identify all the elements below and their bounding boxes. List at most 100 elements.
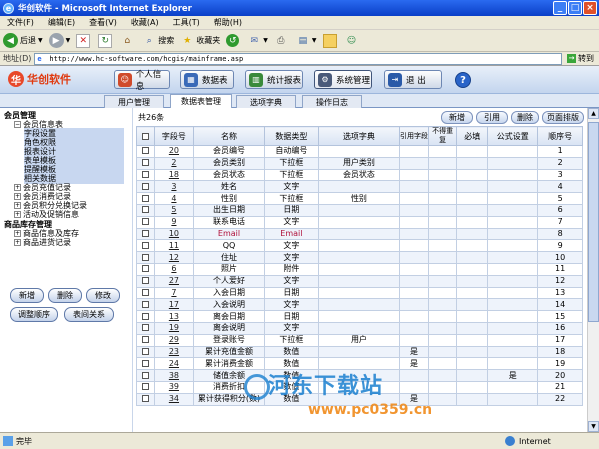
field-no-cell[interactable]: 9 [153, 215, 195, 229]
vertical-scrollbar[interactable]: ▲ ▼ [587, 108, 599, 432]
row-checkbox[interactable] [136, 310, 155, 323]
messenger-button[interactable]: ☺ [345, 34, 361, 48]
history-button[interactable]: ↺ [226, 34, 241, 47]
table-row[interactable]: 10 Email Email 8 [136, 227, 583, 241]
field-no-cell[interactable]: 20 [153, 145, 195, 158]
nav-personal-info[interactable]: ☺ 个人信息 [114, 70, 170, 92]
help-icon[interactable]: ? [455, 72, 471, 88]
field-no-cell[interactable]: 6 [153, 262, 195, 276]
refresh-button[interactable]: ↻ [98, 33, 114, 48]
expand-icon[interactable]: + [14, 193, 21, 200]
reorder-button[interactable]: 调整顺序 [10, 307, 58, 322]
row-checkbox[interactable] [136, 251, 155, 264]
nav-system-admin[interactable]: ⚙ 系统管理 [314, 70, 372, 89]
scroll-thumb[interactable] [588, 122, 599, 322]
row-checkbox[interactable] [136, 168, 155, 182]
row-checkbox[interactable] [136, 239, 155, 253]
col-required[interactable]: 必填 [456, 126, 489, 146]
table-row[interactable]: 7 入会日期 日期 13 [136, 286, 583, 300]
table-row[interactable]: 11 QQ 文字 9 [136, 239, 583, 253]
table-row[interactable]: 24 累计消费金额 数值 是 19 [136, 357, 583, 371]
select-all-checkbox[interactable] [136, 126, 155, 146]
field-no-cell[interactable]: 2 [153, 156, 195, 170]
col-unique[interactable]: 不得重复 [428, 126, 458, 146]
col-formula[interactable]: 公式设置 [487, 126, 539, 146]
reference-field-button[interactable]: 引用 [476, 111, 508, 124]
table-row[interactable]: 12 住址 文字 10 [136, 251, 583, 264]
row-checkbox[interactable] [136, 333, 155, 347]
table-row[interactable]: 5 出生日期 日期 6 [136, 203, 583, 217]
table-row[interactable]: 6 照片 附件 11 [136, 262, 583, 276]
row-checkbox[interactable] [136, 298, 155, 312]
menu-file[interactable]: 文件(F) [0, 17, 41, 28]
forward-button[interactable]: ▶ ▼ [48, 33, 70, 48]
table-row[interactable]: 39 消费折扣 数值 21 [136, 380, 583, 394]
scroll-down-icon[interactable]: ▼ [588, 421, 599, 432]
table-row[interactable]: 17 入会说明 文字 14 [136, 298, 583, 312]
field-no-cell[interactable]: 39 [153, 380, 195, 394]
field-no-cell[interactable]: 10 [153, 227, 195, 241]
table-row[interactable]: 19 离会说明 文字 16 [136, 321, 583, 335]
row-checkbox[interactable] [136, 203, 155, 217]
row-checkbox[interactable] [136, 345, 155, 359]
print-button[interactable]: ⎙ [274, 34, 290, 48]
field-no-cell[interactable]: 27 [153, 274, 195, 288]
col-ref-field[interactable]: 引用字段 [398, 126, 430, 146]
row-checkbox[interactable] [136, 286, 155, 300]
field-no-cell[interactable]: 17 [153, 298, 195, 312]
table-row[interactable]: 23 累计充值金额 数值 是 18 [136, 345, 583, 359]
table-row[interactable]: 29 登录账号 下拉框 用户 17 [136, 333, 583, 347]
field-no-cell[interactable]: 7 [153, 286, 195, 300]
table-row[interactable]: 13 离会日期 日期 15 [136, 310, 583, 323]
table-row[interactable]: 9 联系电话 文字 7 [136, 215, 583, 229]
row-checkbox[interactable] [136, 380, 155, 394]
table-row[interactable]: 27 个人爱好 文字 12 [136, 274, 583, 288]
nav-data-table[interactable]: ▦ 数据表 [180, 70, 234, 89]
row-checkbox[interactable] [136, 156, 155, 170]
field-no-cell[interactable]: 11 [153, 239, 195, 253]
col-data-type[interactable]: 数据类型 [263, 126, 319, 146]
field-no-cell[interactable]: 12 [153, 251, 195, 264]
field-no-cell[interactable]: 13 [153, 310, 195, 323]
table-row[interactable]: 18 会员状态 下拉框 会员状态 3 [136, 168, 583, 182]
tab-table-management[interactable]: 数据表管理 [170, 94, 232, 108]
col-order[interactable]: 顺序号 [537, 126, 583, 146]
delete-field-button[interactable]: 删除 [511, 111, 539, 124]
stop-button[interactable]: ✕ [76, 33, 92, 48]
row-checkbox[interactable] [136, 180, 155, 194]
row-checkbox[interactable] [136, 274, 155, 288]
home-button[interactable]: ⌂ [120, 34, 136, 48]
maximize-button[interactable]: □ [568, 1, 582, 15]
table-row[interactable]: 3 姓名 文字 4 [136, 180, 583, 194]
go-button[interactable]: → 转到 [562, 53, 599, 64]
close-button[interactable]: × [583, 1, 597, 15]
expand-icon[interactable]: + [14, 202, 21, 209]
tab-operation-log[interactable]: 操作日志 [302, 95, 362, 108]
menu-tools[interactable]: 工具(T) [166, 17, 207, 28]
table-row[interactable]: 4 性别 下拉框 性别 5 [136, 192, 583, 205]
field-no-cell[interactable]: 19 [153, 321, 195, 335]
row-checkbox[interactable] [136, 321, 155, 335]
delete-table-button[interactable]: 删除 [48, 288, 82, 303]
field-no-cell[interactable]: 18 [153, 168, 195, 182]
page-layout-button[interactable]: 页面排版 [542, 111, 584, 124]
search-button[interactable]: ⌕ 搜索 [142, 34, 175, 48]
back-button[interactable]: ◀ 后退 ▼ [3, 33, 43, 48]
field-no-cell[interactable]: 3 [153, 180, 195, 194]
row-checkbox[interactable] [136, 369, 155, 382]
row-checkbox[interactable] [136, 215, 155, 229]
table-relations-button[interactable]: 表间关系 [64, 307, 114, 322]
field-no-cell[interactable]: 29 [153, 333, 195, 347]
favorites-button[interactable]: ★ 收藏夹 [180, 34, 220, 48]
table-row[interactable]: 2 会员类别 下拉框 用户类别 2 [136, 156, 583, 170]
field-no-cell[interactable]: 4 [153, 192, 195, 205]
collapse-icon[interactable]: − [14, 121, 21, 128]
address-input[interactable]: http://www.hc-software.com/hcgis/mainfra… [34, 52, 562, 65]
nav-logout[interactable]: ⇥ 退 出 [384, 70, 442, 89]
field-no-cell[interactable]: 23 [153, 345, 195, 359]
mail-button[interactable]: ✉ ▼ [247, 34, 267, 48]
row-checkbox[interactable] [136, 227, 155, 241]
scroll-up-icon[interactable]: ▲ [588, 108, 599, 119]
folder-button[interactable] [322, 33, 339, 48]
row-checkbox[interactable] [136, 145, 155, 158]
